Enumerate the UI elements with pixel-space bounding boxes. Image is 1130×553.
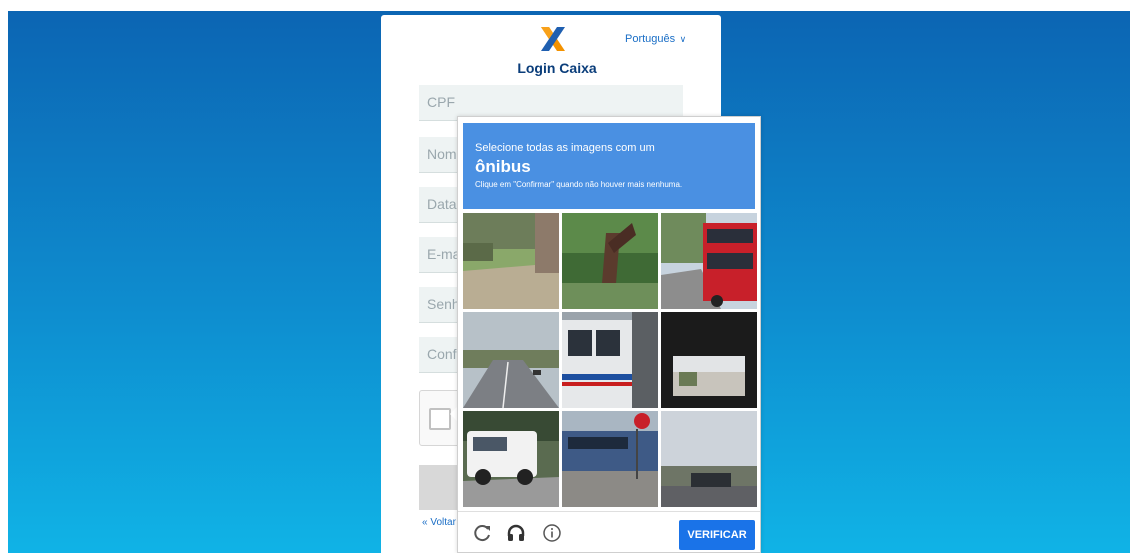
captcha-target: ônibus [475,157,531,176]
captcha-tile-street-with-sky[interactable] [661,411,757,507]
captcha-tile-highway[interactable] [463,312,559,408]
captcha-tile-street-with-grass[interactable] [463,213,559,309]
info-icon[interactable] [542,523,562,543]
captcha-instruction: Selecione todas as imagens com um [475,142,655,154]
caixa-logo-icon [541,27,565,51]
captcha-tile-red-double-decker-bus[interactable] [661,213,757,309]
captcha-header: Selecione todas as imagens com um ônibus… [463,123,755,209]
recaptcha-checkbox[interactable] [429,408,451,430]
language-select[interactable]: Português ∨ [625,33,686,45]
headphones-icon[interactable] [506,523,526,543]
brand-title: Login Caixa [517,60,597,76]
captcha-tile-bus-stop-street[interactable] [562,411,658,507]
captcha-tile-underpass-view[interactable] [661,312,757,408]
captcha-tile-city-bus-closeup[interactable] [562,312,658,408]
language-label: Português [625,33,676,45]
captcha-challenge: Selecione todas as imagens com um ônibus… [457,116,761,553]
captcha-hint: Clique em "Confirmar" quando não houver … [475,180,683,189]
captcha-tile-white-suv[interactable] [463,411,559,507]
captcha-image-grid [463,213,757,507]
reload-icon[interactable] [473,523,493,543]
back-link[interactable]: « Voltar [422,517,456,528]
verify-button[interactable]: VERIFICAR [679,520,755,550]
chevron-down-icon: ∨ [677,34,687,44]
captcha-tile-tree-trunk[interactable] [562,213,658,309]
captcha-footer: VERIFICAR [458,511,760,552]
